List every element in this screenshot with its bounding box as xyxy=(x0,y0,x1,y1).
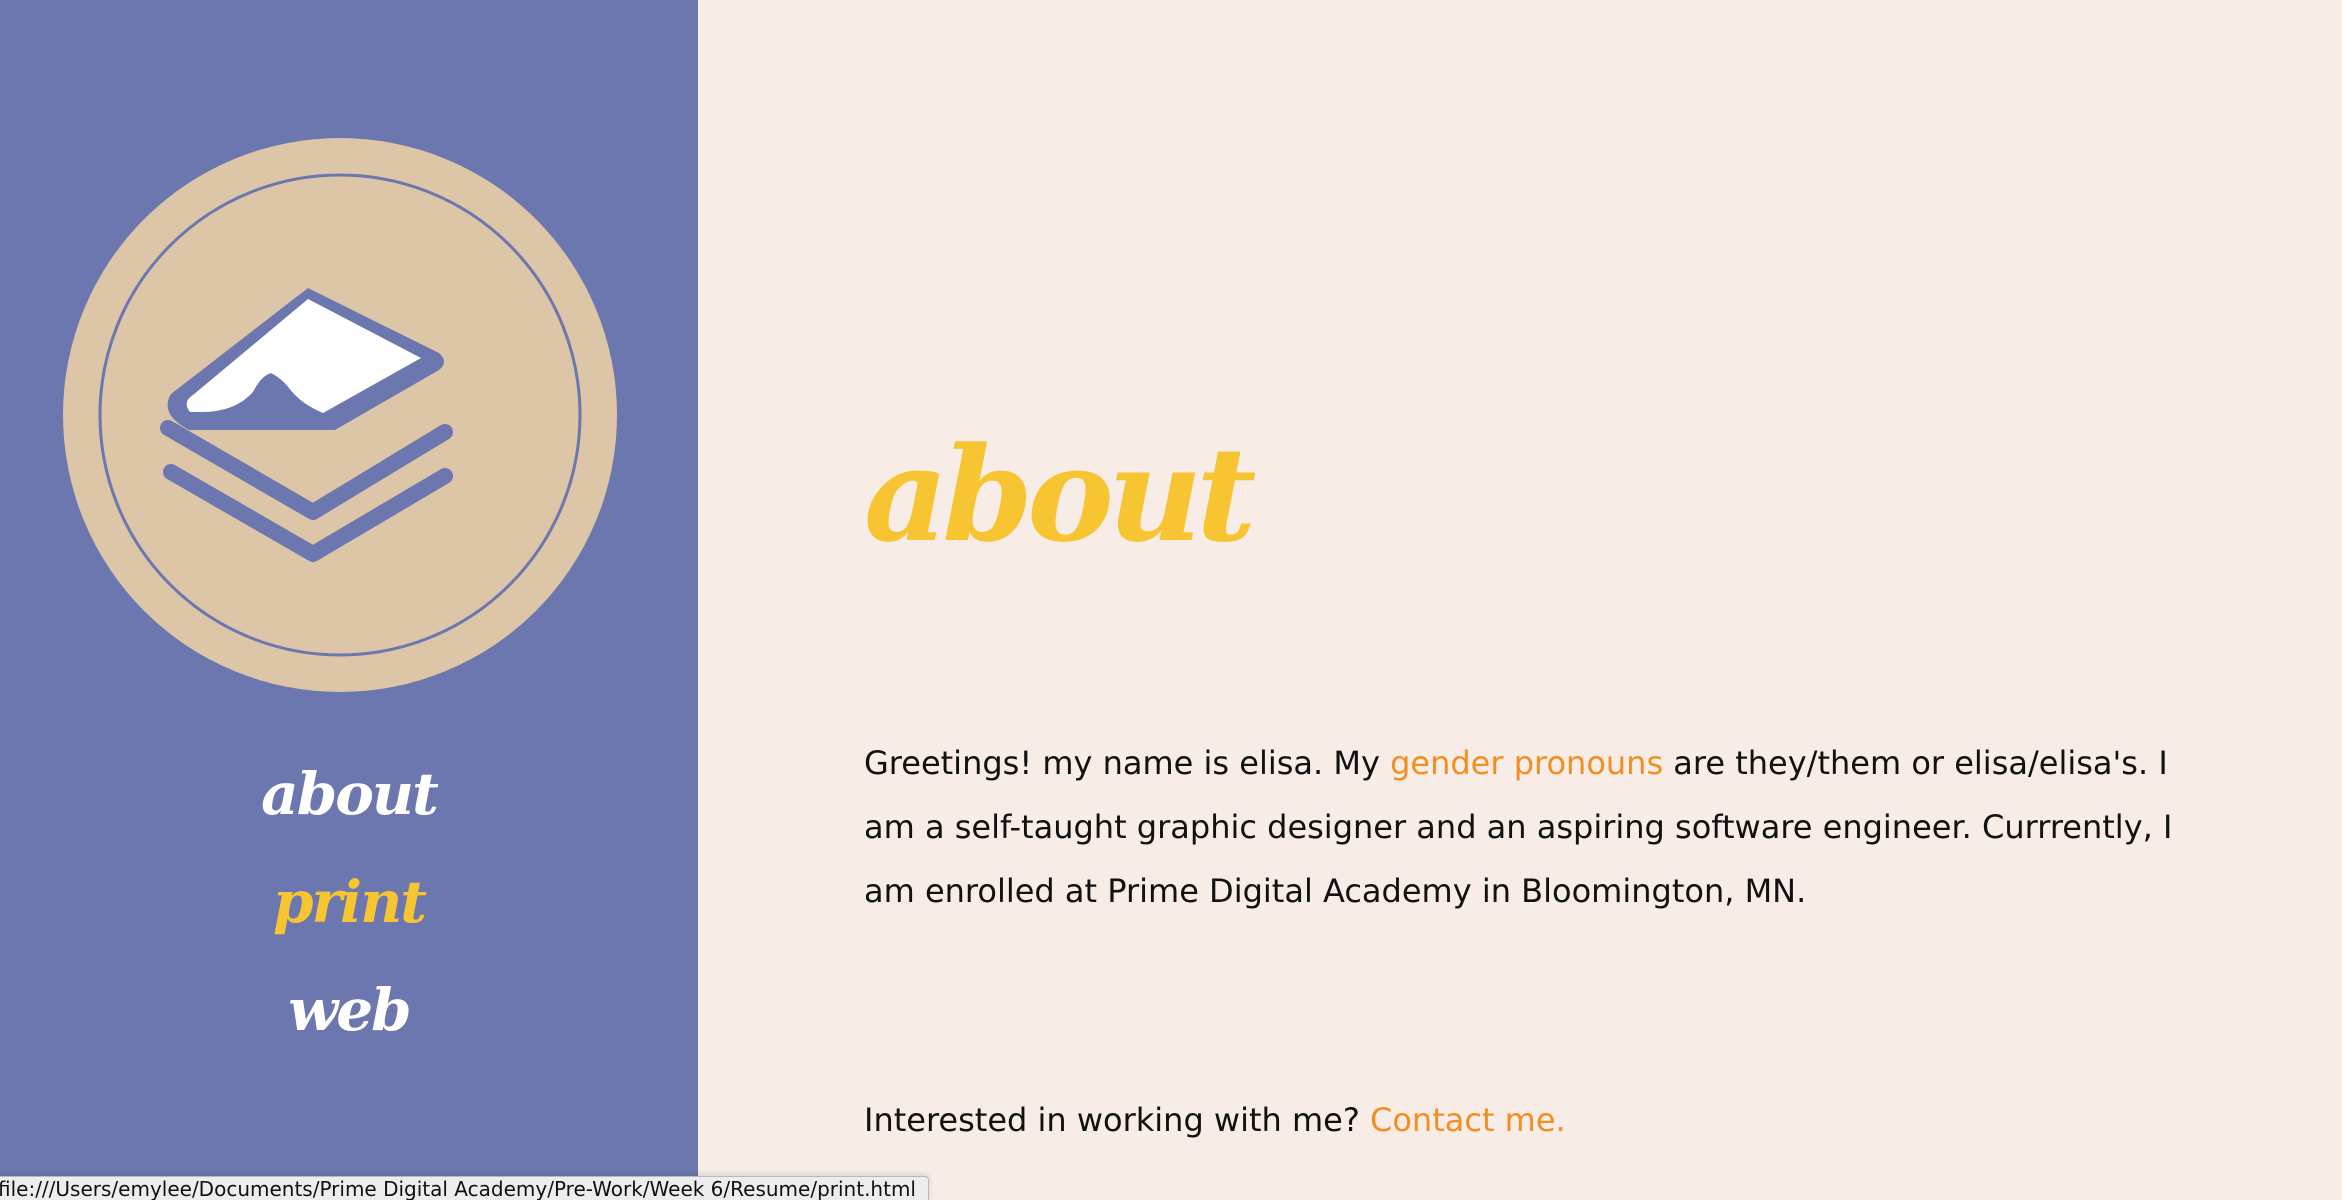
bio-text-before-link: Greetings! my name is elisa. My xyxy=(864,744,1391,782)
page: about print web about Greetings! my name… xyxy=(0,0,2342,1200)
stacked-paper-logo-icon[interactable] xyxy=(63,138,617,692)
nav-link-print[interactable]: print xyxy=(0,848,698,956)
sidebar: about print web xyxy=(0,0,698,1200)
status-bar-url: file:///Users/emylee/Documents/Prime Dig… xyxy=(0,1177,916,1200)
contact-prompt: Interested in working with me? xyxy=(864,1101,1370,1139)
bio-paragraph: Greetings! my name is elisa. My gender p… xyxy=(864,731,2204,923)
contact-paragraph: Interested in working with me? Contact m… xyxy=(864,1088,2204,1152)
page-title: about xyxy=(864,418,1256,571)
nav-link-web[interactable]: web xyxy=(0,956,698,1064)
contact-me-link[interactable]: Contact me. xyxy=(1370,1101,1566,1139)
nav-link-about[interactable]: about xyxy=(0,740,698,848)
browser-status-bar: file:///Users/emylee/Documents/Prime Dig… xyxy=(0,1176,929,1200)
main-nav: about print web xyxy=(0,740,698,1064)
gender-pronouns-link[interactable]: gender pronouns xyxy=(1390,744,1663,782)
